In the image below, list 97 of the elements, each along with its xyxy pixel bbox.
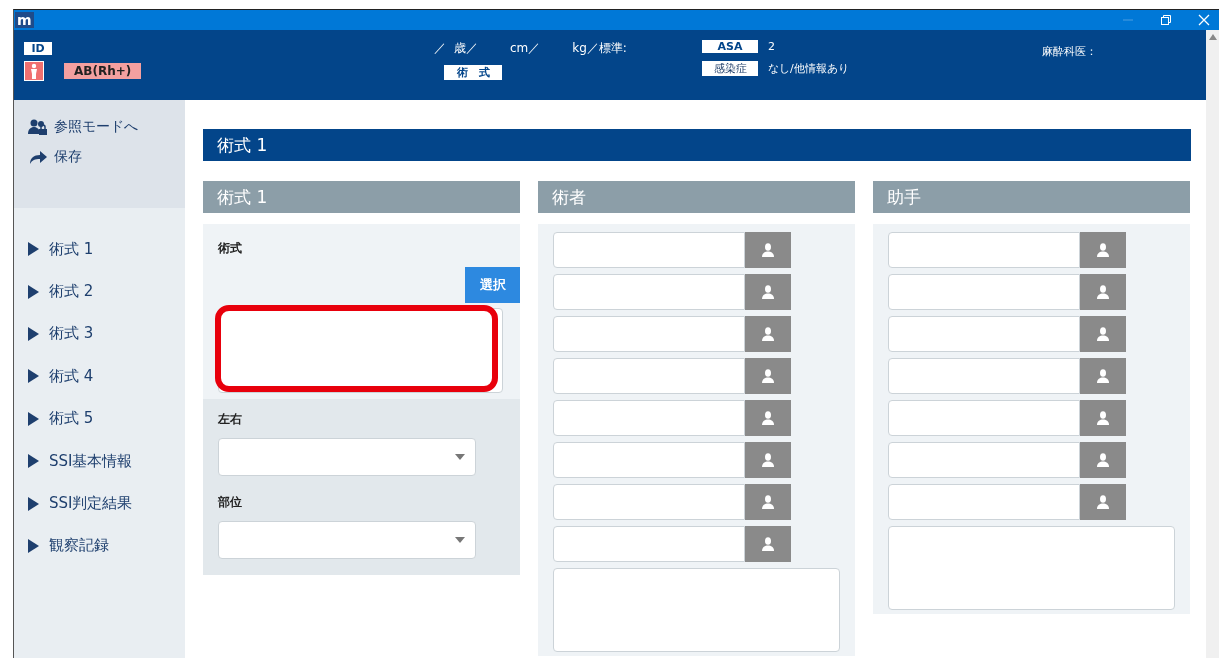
field-label: 部位 bbox=[218, 494, 243, 511]
side-dropdown[interactable] bbox=[218, 438, 476, 476]
person-icon bbox=[1095, 326, 1111, 342]
triangle-icon bbox=[28, 411, 39, 426]
person-icon bbox=[760, 494, 776, 510]
person-button[interactable] bbox=[1080, 232, 1126, 268]
name-field[interactable] bbox=[888, 274, 1080, 310]
age-separator: ／ bbox=[434, 40, 446, 57]
person-button[interactable] bbox=[745, 358, 791, 394]
section-title: 術式 1 bbox=[203, 129, 1191, 161]
scrollbar[interactable] bbox=[1206, 30, 1219, 658]
anesthesiologist-label: 麻酔科医： bbox=[1042, 45, 1097, 58]
weight-unit: kg／標準: bbox=[572, 40, 627, 57]
person-button[interactable] bbox=[745, 442, 791, 478]
procedure-label: 術 式 bbox=[444, 65, 502, 80]
name-field[interactable] bbox=[553, 358, 745, 394]
person-button[interactable] bbox=[745, 274, 791, 310]
name-field[interactable] bbox=[553, 442, 745, 478]
panel-title: 術者 bbox=[538, 181, 855, 213]
name-field[interactable] bbox=[553, 484, 745, 520]
person-icon bbox=[760, 536, 776, 552]
sidebar-action[interactable]: 参照モードへ bbox=[14, 116, 185, 138]
close-icon[interactable] bbox=[1198, 14, 1210, 26]
name-field[interactable] bbox=[553, 232, 745, 268]
name-field[interactable] bbox=[888, 400, 1080, 436]
sidebar-item[interactable]: SSI判定結果 bbox=[14, 482, 185, 525]
person-button[interactable] bbox=[1080, 358, 1126, 394]
person-button[interactable] bbox=[745, 400, 791, 436]
triangle-icon bbox=[28, 369, 39, 384]
name-field[interactable] bbox=[553, 316, 745, 352]
notes-field[interactable] bbox=[888, 526, 1175, 610]
person-icon bbox=[760, 368, 776, 384]
person-icon bbox=[760, 326, 776, 342]
field-label: 術式 bbox=[218, 240, 243, 257]
name-field[interactable] bbox=[888, 442, 1080, 478]
infection-value: なし/他情報あり bbox=[768, 61, 849, 76]
scroll-up-icon[interactable] bbox=[1209, 34, 1217, 40]
share-arrow-icon bbox=[28, 149, 48, 165]
sidebar-item[interactable]: 術式 3 bbox=[14, 312, 185, 356]
person-icon bbox=[760, 284, 776, 300]
sidebar-item[interactable]: 術式 5 bbox=[14, 397, 185, 440]
height-unit: cm／ bbox=[510, 40, 541, 57]
person-button[interactable] bbox=[745, 526, 791, 562]
blood-type-badge: AB(Rh+) bbox=[64, 63, 142, 79]
id-label: ID bbox=[24, 42, 52, 55]
triangle-icon bbox=[28, 326, 39, 341]
person-icon bbox=[1095, 494, 1111, 510]
sidebar-item[interactable]: SSI基本情報 bbox=[14, 439, 185, 483]
name-field[interactable] bbox=[888, 232, 1080, 268]
person-icon bbox=[1095, 242, 1111, 258]
person-icon bbox=[1095, 368, 1111, 384]
person-button[interactable] bbox=[745, 316, 791, 352]
name-field[interactable] bbox=[888, 484, 1080, 520]
person-icon bbox=[1095, 410, 1111, 426]
person-button[interactable] bbox=[1080, 316, 1126, 352]
person-icon bbox=[1095, 284, 1111, 300]
users-lock-icon bbox=[28, 119, 48, 135]
sidebar-item[interactable]: 術式 1 bbox=[14, 228, 185, 271]
sidebar-item[interactable]: 観察記録 bbox=[14, 524, 185, 568]
name-field[interactable] bbox=[553, 400, 745, 436]
panel-title: 助手 bbox=[873, 181, 1190, 213]
caret-icon bbox=[455, 537, 465, 543]
person-button[interactable] bbox=[745, 232, 791, 268]
triangle-icon bbox=[28, 496, 39, 511]
sidebar-item[interactable]: 術式 2 bbox=[14, 270, 185, 313]
person-icon bbox=[24, 61, 44, 81]
panel-title: 術式 1 bbox=[203, 181, 520, 213]
notes-field[interactable] bbox=[553, 568, 840, 652]
caret-icon bbox=[455, 454, 465, 460]
sidebar-action[interactable]: 保存 bbox=[14, 146, 185, 168]
person-icon bbox=[760, 410, 776, 426]
person-button[interactable] bbox=[1080, 484, 1126, 520]
person-button[interactable] bbox=[1080, 274, 1126, 310]
name-field[interactable] bbox=[888, 358, 1080, 394]
person-button[interactable] bbox=[1080, 400, 1126, 436]
triangle-icon bbox=[28, 454, 39, 469]
person-icon bbox=[1095, 452, 1111, 468]
select-button[interactable]: 選択 bbox=[465, 267, 520, 303]
person-icon bbox=[760, 242, 776, 258]
triangle-icon bbox=[28, 538, 39, 553]
sidebar-item[interactable]: 術式 4 bbox=[14, 355, 185, 398]
person-button[interactable] bbox=[745, 484, 791, 520]
age-unit: 歳／ bbox=[454, 40, 478, 57]
asa-label: ASA bbox=[702, 40, 758, 53]
app-logo-icon: m bbox=[15, 12, 34, 28]
triangle-icon bbox=[28, 284, 39, 299]
field-label: 左右 bbox=[218, 411, 243, 428]
site-dropdown[interactable] bbox=[218, 521, 476, 559]
restore-icon[interactable] bbox=[1160, 14, 1172, 26]
asa-value: 2 bbox=[768, 40, 775, 53]
name-field[interactable] bbox=[553, 274, 745, 310]
person-icon bbox=[760, 452, 776, 468]
triangle-icon bbox=[28, 242, 39, 257]
name-field[interactable] bbox=[888, 316, 1080, 352]
name-field[interactable] bbox=[553, 526, 745, 562]
infection-label: 感染症 bbox=[702, 61, 758, 76]
person-button[interactable] bbox=[1080, 442, 1126, 478]
